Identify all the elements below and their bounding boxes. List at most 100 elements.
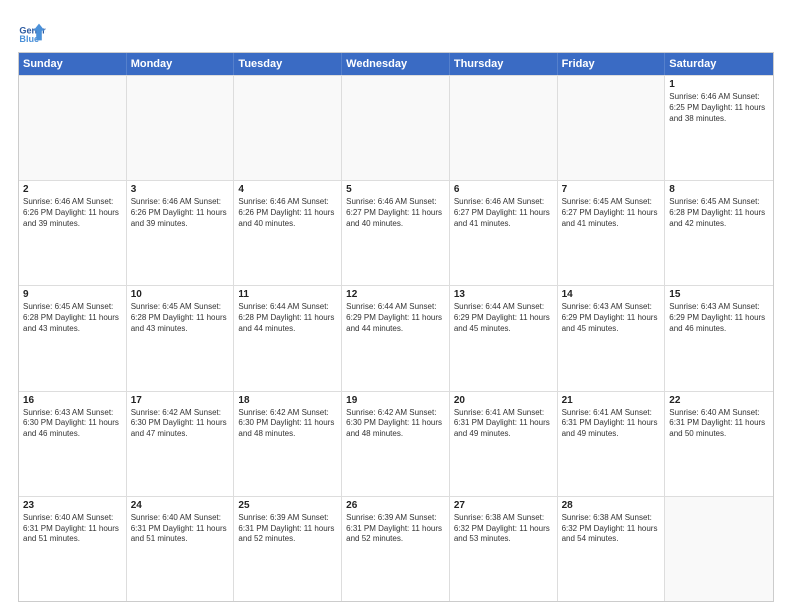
day-info: Sunrise: 6:43 AM Sunset: 6:29 PM Dayligh…	[562, 302, 661, 334]
day-number: 18	[238, 395, 337, 406]
logo: General Blue	[18, 18, 46, 46]
day-info: Sunrise: 6:43 AM Sunset: 6:30 PM Dayligh…	[23, 408, 122, 440]
day-info: Sunrise: 6:44 AM Sunset: 6:29 PM Dayligh…	[454, 302, 553, 334]
day-info: Sunrise: 6:41 AM Sunset: 6:31 PM Dayligh…	[454, 408, 553, 440]
day-number: 12	[346, 289, 445, 300]
day-info: Sunrise: 6:46 AM Sunset: 6:26 PM Dayligh…	[23, 197, 122, 229]
day-info: Sunrise: 6:42 AM Sunset: 6:30 PM Dayligh…	[238, 408, 337, 440]
calendar-cell: 26Sunrise: 6:39 AM Sunset: 6:31 PM Dayli…	[342, 497, 450, 601]
calendar-cell: 20 Sunrise: 6:41 AM Sunset: 6:31 PM Dayli…	[450, 392, 558, 496]
calendar-cell: 27Sunrise: 6:38 AM Sunset: 6:32 PM Dayli…	[450, 497, 558, 601]
day-number: 13	[454, 289, 553, 300]
calendar-cell: 23 Sunrise: 6:40 AM Sunset: 6:31 PM Dayli…	[19, 497, 127, 601]
day-info: Sunrise: 6:39 AM Sunset: 6:31 PM Dayligh…	[238, 513, 337, 545]
calendar-body: 1Sunrise: 6:46 AM Sunset: 6:25 PM Daylig…	[19, 75, 773, 601]
day-number: 22	[669, 395, 769, 406]
day-info: Sunrise: 6:43 AM Sunset: 6:29 PM Dayligh…	[669, 302, 769, 334]
day-number: 5	[346, 184, 445, 195]
day-info: Sunrise: 6:41 AM Sunset: 6:31 PM Dayligh…	[562, 408, 661, 440]
day-info: Sunrise: 6:46 AM Sunset: 6:27 PM Dayligh…	[346, 197, 445, 229]
calendar-cell: 6 Sunrise: 6:46 AM Sunset: 6:27 PM Daylig…	[450, 181, 558, 285]
calendar-cell	[19, 76, 127, 180]
svg-text:Blue: Blue	[19, 34, 39, 44]
calendar-cell: 11 Sunrise: 6:44 AM Sunset: 6:28 PM Dayli…	[234, 286, 342, 390]
calendar-row: 1Sunrise: 6:46 AM Sunset: 6:25 PM Daylig…	[19, 75, 773, 180]
day-info: Sunrise: 6:45 AM Sunset: 6:27 PM Dayligh…	[562, 197, 661, 229]
day-info: Sunrise: 6:46 AM Sunset: 6:26 PM Dayligh…	[131, 197, 230, 229]
day-number: 9	[23, 289, 122, 300]
calendar-header-cell: Tuesday	[234, 53, 342, 75]
day-number: 16	[23, 395, 122, 406]
day-info: Sunrise: 6:40 AM Sunset: 6:31 PM Dayligh…	[131, 513, 230, 545]
day-number: 1	[669, 79, 769, 90]
day-number: 21	[562, 395, 661, 406]
calendar-cell: 9 Sunrise: 6:45 AM Sunset: 6:28 PM Daylig…	[19, 286, 127, 390]
day-info: Sunrise: 6:46 AM Sunset: 6:27 PM Dayligh…	[454, 197, 553, 229]
calendar-cell: 15 Sunrise: 6:43 AM Sunset: 6:29 PM Dayli…	[665, 286, 773, 390]
calendar-cell: 25 Sunrise: 6:39 AM Sunset: 6:31 PM Dayli…	[234, 497, 342, 601]
calendar-cell: 14 Sunrise: 6:43 AM Sunset: 6:29 PM Dayli…	[558, 286, 666, 390]
calendar-cell: 17Sunrise: 6:42 AM Sunset: 6:30 PM Dayli…	[127, 392, 235, 496]
calendar-cell	[665, 497, 773, 601]
calendar-cell: 13 Sunrise: 6:44 AM Sunset: 6:29 PM Dayli…	[450, 286, 558, 390]
calendar-cell: 3 Sunrise: 6:46 AM Sunset: 6:26 PM Daylig…	[127, 181, 235, 285]
day-number: 3	[131, 184, 230, 195]
day-number: 23	[23, 500, 122, 511]
day-number: 2	[23, 184, 122, 195]
calendar-header-cell: Thursday	[450, 53, 558, 75]
calendar-row: 16 Sunrise: 6:43 AM Sunset: 6:30 PM Dayli…	[19, 391, 773, 496]
calendar-cell: 22Sunrise: 6:40 AM Sunset: 6:31 PM Dayli…	[665, 392, 773, 496]
day-info: Sunrise: 6:42 AM Sunset: 6:30 PM Dayligh…	[346, 408, 445, 440]
calendar-cell: 28 Sunrise: 6:38 AM Sunset: 6:32 PM Dayli…	[558, 497, 666, 601]
logo-icon: General Blue	[18, 18, 46, 46]
day-info: Sunrise: 6:38 AM Sunset: 6:32 PM Dayligh…	[454, 513, 553, 545]
day-number: 25	[238, 500, 337, 511]
day-number: 11	[238, 289, 337, 300]
day-number: 7	[562, 184, 661, 195]
calendar-cell: 16 Sunrise: 6:43 AM Sunset: 6:30 PM Dayli…	[19, 392, 127, 496]
calendar-cell: 5 Sunrise: 6:46 AM Sunset: 6:27 PM Daylig…	[342, 181, 450, 285]
calendar-cell	[342, 76, 450, 180]
calendar-cell: 12 Sunrise: 6:44 AM Sunset: 6:29 PM Dayli…	[342, 286, 450, 390]
day-info: Sunrise: 6:46 AM Sunset: 6:26 PM Dayligh…	[238, 197, 337, 229]
calendar-cell: 24Sunrise: 6:40 AM Sunset: 6:31 PM Dayli…	[127, 497, 235, 601]
calendar-row: 9 Sunrise: 6:45 AM Sunset: 6:28 PM Daylig…	[19, 285, 773, 390]
calendar-cell	[127, 76, 235, 180]
day-info: Sunrise: 6:40 AM Sunset: 6:31 PM Dayligh…	[23, 513, 122, 545]
day-number: 4	[238, 184, 337, 195]
day-number: 26	[346, 500, 445, 511]
day-number: 28	[562, 500, 661, 511]
calendar-cell: 21 Sunrise: 6:41 AM Sunset: 6:31 PM Dayli…	[558, 392, 666, 496]
calendar-row: 23 Sunrise: 6:40 AM Sunset: 6:31 PM Dayli…	[19, 496, 773, 601]
day-info: Sunrise: 6:44 AM Sunset: 6:28 PM Dayligh…	[238, 302, 337, 334]
calendar-header-cell: Monday	[127, 53, 235, 75]
calendar-cell: 2 Sunrise: 6:46 AM Sunset: 6:26 PM Daylig…	[19, 181, 127, 285]
header: General Blue	[18, 18, 774, 46]
calendar-header-cell: Sunday	[19, 53, 127, 75]
day-number: 20	[454, 395, 553, 406]
calendar-cell	[558, 76, 666, 180]
calendar-cell: 19 Sunrise: 6:42 AM Sunset: 6:30 PM Dayli…	[342, 392, 450, 496]
calendar: SundayMondayTuesdayWednesdayThursdayFrid…	[18, 52, 774, 602]
calendar-cell	[234, 76, 342, 180]
calendar-row: 2 Sunrise: 6:46 AM Sunset: 6:26 PM Daylig…	[19, 180, 773, 285]
day-info: Sunrise: 6:44 AM Sunset: 6:29 PM Dayligh…	[346, 302, 445, 334]
calendar-cell: 18 Sunrise: 6:42 AM Sunset: 6:30 PM Dayli…	[234, 392, 342, 496]
calendar-cell	[450, 76, 558, 180]
day-number: 14	[562, 289, 661, 300]
day-info: Sunrise: 6:45 AM Sunset: 6:28 PM Dayligh…	[23, 302, 122, 334]
calendar-header-cell: Friday	[558, 53, 666, 75]
calendar-header-cell: Wednesday	[342, 53, 450, 75]
calendar-cell: 8 Sunrise: 6:45 AM Sunset: 6:28 PM Daylig…	[665, 181, 773, 285]
day-info: Sunrise: 6:38 AM Sunset: 6:32 PM Dayligh…	[562, 513, 661, 545]
day-number: 8	[669, 184, 769, 195]
day-info: Sunrise: 6:45 AM Sunset: 6:28 PM Dayligh…	[669, 197, 769, 229]
day-number: 6	[454, 184, 553, 195]
calendar-cell: 7 Sunrise: 6:45 AM Sunset: 6:27 PM Daylig…	[558, 181, 666, 285]
calendar-header-cell: Saturday	[665, 53, 773, 75]
calendar-cell: 10Sunrise: 6:45 AM Sunset: 6:28 PM Dayli…	[127, 286, 235, 390]
day-number: 15	[669, 289, 769, 300]
day-number: 10	[131, 289, 230, 300]
day-number: 19	[346, 395, 445, 406]
calendar-cell: 4 Sunrise: 6:46 AM Sunset: 6:26 PM Daylig…	[234, 181, 342, 285]
